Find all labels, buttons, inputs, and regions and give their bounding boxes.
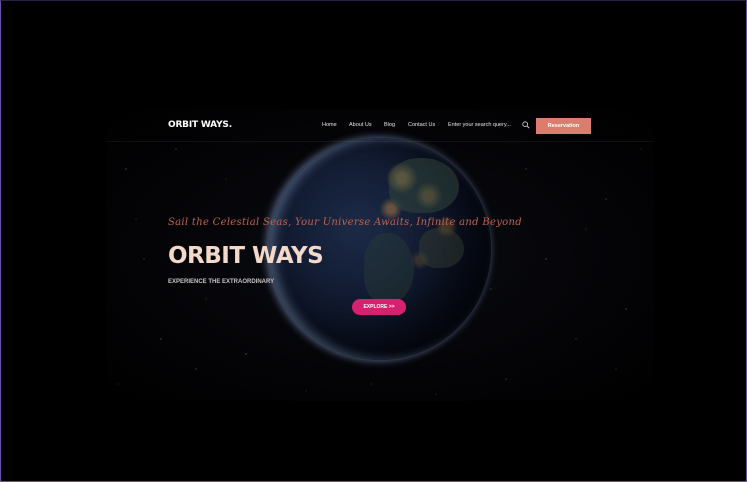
hero-title: ORBIT WAYS (168, 243, 324, 269)
nav-link-about-us[interactable]: About Us (349, 122, 372, 128)
browser-viewport: ORBIT WAYS. Home About Us Blog Contact U… (0, 0, 747, 482)
hero-tagline: Sail the Celestial Seas, Your Universe A… (168, 217, 522, 228)
explore-button[interactable]: EXPLORE >> (352, 299, 406, 315)
brand-logo[interactable]: ORBIT WAYS. (168, 120, 232, 130)
nav-link-blog[interactable]: Blog (384, 122, 395, 128)
nav-link-contact-us[interactable]: Contact Us (408, 122, 435, 128)
search-icon[interactable] (522, 121, 530, 129)
reservation-button[interactable]: Reservation (536, 118, 591, 134)
nav-link-home[interactable]: Home (322, 122, 337, 128)
nav-divider (106, 141, 654, 142)
top-navigation: ORBIT WAYS. Home About Us Blog Contact U… (168, 117, 588, 135)
hero-subtitle: EXPERIENCE THE EXTRAORDINARY (168, 279, 275, 285)
hero-section: ORBIT WAYS. Home About Us Blog Contact U… (106, 109, 654, 401)
